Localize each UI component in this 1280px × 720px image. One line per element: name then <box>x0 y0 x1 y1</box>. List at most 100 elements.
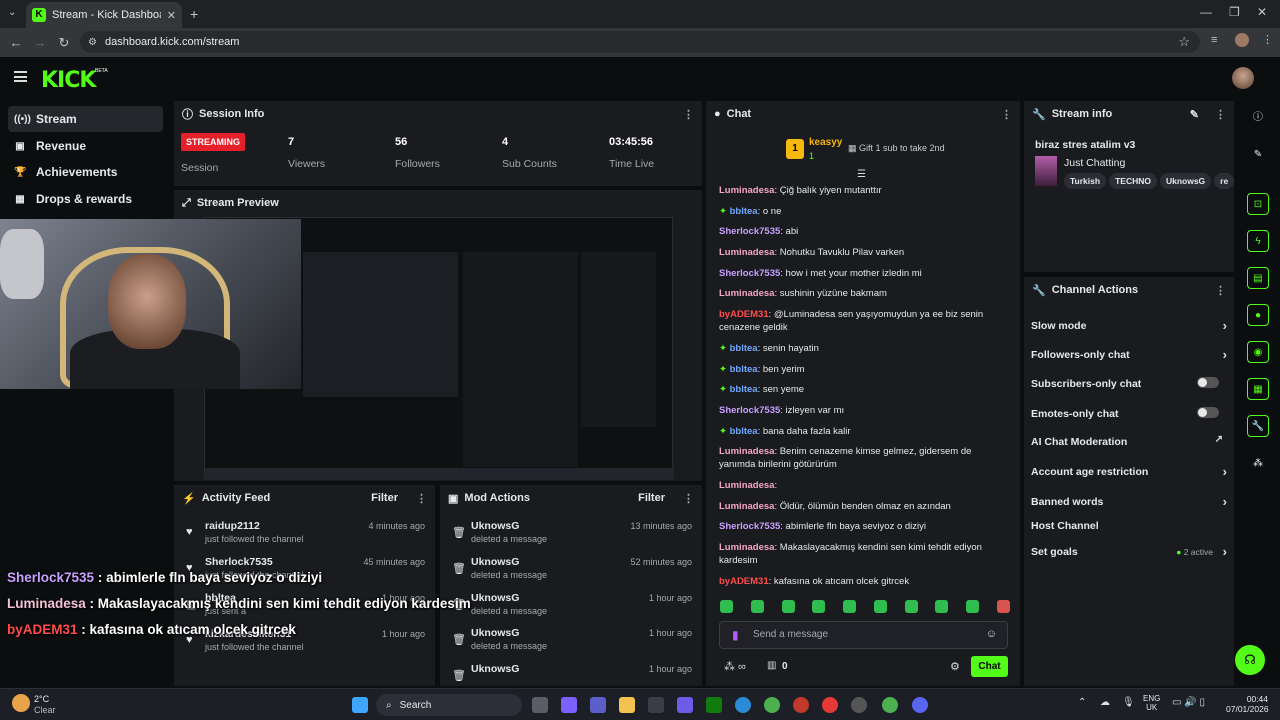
set-goals-action[interactable]: Set goals ● 2 active › <box>1031 544 1227 559</box>
chrome-icon[interactable] <box>764 697 780 713</box>
reading-list-icon[interactable]: ≡ <box>1211 34 1217 46</box>
chat-username[interactable]: bbltea <box>730 426 758 437</box>
emote-icon[interactable] <box>843 600 857 613</box>
kick-logo[interactable]: KICK <box>41 68 96 93</box>
mic-tray-icon[interactable]: 🎙 <box>1122 697 1135 708</box>
wrench-icon[interactable]: 🔧 <box>1247 415 1269 437</box>
mic-icon[interactable]: ▮ <box>732 628 739 642</box>
chat-username[interactable]: Luminadesa <box>719 247 774 258</box>
host-channel-action[interactable]: Host Channel <box>1031 520 1227 532</box>
viewer-list-icon[interactable]: ⁂ ∞ <box>724 660 746 673</box>
user-avatar[interactable] <box>1232 67 1254 89</box>
more-options-icon[interactable]: ⋮ <box>1215 108 1226 121</box>
fit-screen-icon[interactable]: ⊡ <box>1247 193 1269 215</box>
close-tab-icon[interactable]: ✕ <box>167 9 176 22</box>
chat-username[interactable]: Luminadesa <box>719 446 774 457</box>
mod-user[interactable]: UknowsG <box>471 556 519 568</box>
gift-sub-button[interactable]: ▦ Gift 1 sub to take 2nd <box>848 143 945 154</box>
followers-only-action[interactable]: Followers-only chat › <box>1031 347 1227 362</box>
teams-icon[interactable] <box>590 697 606 713</box>
ai-moderation-action[interactable]: AI Chat Moderation ↗ <box>1031 434 1227 448</box>
browser-menu-icon[interactable]: ⋮ <box>1262 33 1273 46</box>
top-gifter-name[interactable]: keasyy <box>809 137 842 148</box>
network-volume-icon[interactable]: ▭ 🔊 ▯ <box>1172 697 1205 708</box>
more-options-icon[interactable]: ⋮ <box>1215 284 1226 297</box>
emote-icon[interactable] <box>966 600 980 613</box>
opera-gx-icon[interactable] <box>793 697 809 713</box>
input-language[interactable]: ENG UK <box>1143 694 1160 712</box>
info-icon[interactable]: ⓘ <box>1247 107 1269 129</box>
store-icon[interactable] <box>648 697 664 713</box>
pinned-toggle-icon[interactable]: ☰ <box>857 169 866 180</box>
chat-username[interactable]: Luminadesa <box>719 542 774 553</box>
chat-input[interactable] <box>753 629 973 640</box>
xbox-icon[interactable] <box>706 697 722 713</box>
minimize-icon[interactable]: — <box>1200 5 1212 19</box>
emote-icon[interactable] <box>873 600 887 613</box>
mod-user[interactable]: UknowsG <box>471 627 519 639</box>
chat-username[interactable]: Luminadesa <box>719 288 774 299</box>
slow-mode-action[interactable]: Slow mode › <box>1031 318 1227 333</box>
sidebar-item-achievements[interactable]: 🏆 Achievements <box>8 159 163 185</box>
chat-username[interactable]: bbltea <box>730 206 758 217</box>
edge-icon[interactable] <box>735 697 751 713</box>
file-explorer-icon[interactable] <box>619 697 635 713</box>
chat-username[interactable]: Sherlock7535 <box>719 405 780 416</box>
clipboard-icon[interactable]: ▤ <box>1247 267 1269 289</box>
task-view-icon[interactable] <box>532 697 548 713</box>
sidebar-item-drops[interactable]: ▦ Drops & rewards <box>8 186 163 212</box>
windows-start-icon[interactable] <box>352 697 368 713</box>
emote-icon[interactable] <box>781 600 795 613</box>
filter-button[interactable]: Filter <box>371 492 398 504</box>
app-icon[interactable] <box>677 697 693 713</box>
tab-list-icon[interactable]: ⌄ <box>8 7 16 18</box>
stash-icon[interactable]: ▥ <box>767 660 776 671</box>
chat-username[interactable]: byADEM31 <box>719 309 769 320</box>
users-icon[interactable]: ⁂ <box>1247 453 1269 475</box>
send-chat-button[interactable]: Chat <box>971 656 1008 677</box>
clock[interactable]: 00:44 07/01/2026 <box>1226 694 1269 714</box>
profile-avatar-icon[interactable] <box>1235 33 1249 47</box>
chat-username[interactable]: Sherlock7535 <box>719 521 780 532</box>
chat-username[interactable]: Sherlock7535 <box>719 268 780 279</box>
chat-username[interactable]: Sherlock7535 <box>719 226 780 237</box>
chat-username[interactable]: bbltea <box>730 384 758 395</box>
chat-input-box[interactable]: ▮ ☺ <box>719 621 1008 649</box>
category-name[interactable]: Just Chatting <box>1064 157 1125 169</box>
activity-user[interactable]: raidup2112 <box>205 520 260 532</box>
mod-user[interactable]: UknowsG <box>471 663 519 675</box>
onedrive-icon[interactable]: ☁ <box>1100 697 1110 708</box>
discord-icon[interactable] <box>912 697 928 713</box>
bookmark-star-icon[interactable]: ☆ <box>1178 34 1190 50</box>
chat-username[interactable]: Luminadesa <box>719 501 774 512</box>
emote-icon[interactable] <box>935 600 949 613</box>
chat-bubble-icon[interactable]: ● <box>1247 304 1269 326</box>
forward-icon[interactable]: → <box>32 35 48 50</box>
layout-icon[interactable]: ▦ <box>1247 378 1269 400</box>
category-thumbnail[interactable] <box>1035 156 1057 186</box>
weather-icon[interactable] <box>12 694 30 712</box>
chat-username[interactable]: Luminadesa <box>719 185 774 196</box>
emoji-icon[interactable]: ☺ <box>986 628 997 640</box>
browser-tab[interactable]: K Stream - Kick Dashboard ✕ <box>26 2 182 28</box>
account-age-action[interactable]: Account age restriction › <box>1031 464 1227 479</box>
chat-username[interactable]: bbltea <box>730 364 758 375</box>
chat-username[interactable]: byADEM31 <box>719 576 769 587</box>
activity-user[interactable]: Sherlock7535 <box>205 556 273 568</box>
emote-icon[interactable] <box>750 600 764 613</box>
opera-icon[interactable] <box>822 697 838 713</box>
lightning-icon[interactable]: ϟ <box>1247 230 1269 252</box>
close-window-icon[interactable]: ✕ <box>1257 5 1267 19</box>
chat-settings-icon[interactable]: ⚙ <box>950 660 960 673</box>
support-chat-icon[interactable]: ☊ <box>1235 645 1265 675</box>
address-bar[interactable]: ⚙ dashboard.kick.com/stream ☆ <box>80 31 1200 53</box>
more-options-icon[interactable]: ⋮ <box>683 492 694 505</box>
obs-icon[interactable] <box>851 697 867 713</box>
more-options-icon[interactable]: ⋮ <box>683 108 694 121</box>
filter-button[interactable]: Filter <box>638 492 665 504</box>
emotes-only-toggle[interactable] <box>1197 407 1219 418</box>
banned-words-action[interactable]: Banned words › <box>1031 494 1227 509</box>
broadcast-icon[interactable]: ◉ <box>1247 341 1269 363</box>
chat-username[interactable]: bbltea <box>730 343 758 354</box>
menu-icon[interactable] <box>14 71 27 82</box>
